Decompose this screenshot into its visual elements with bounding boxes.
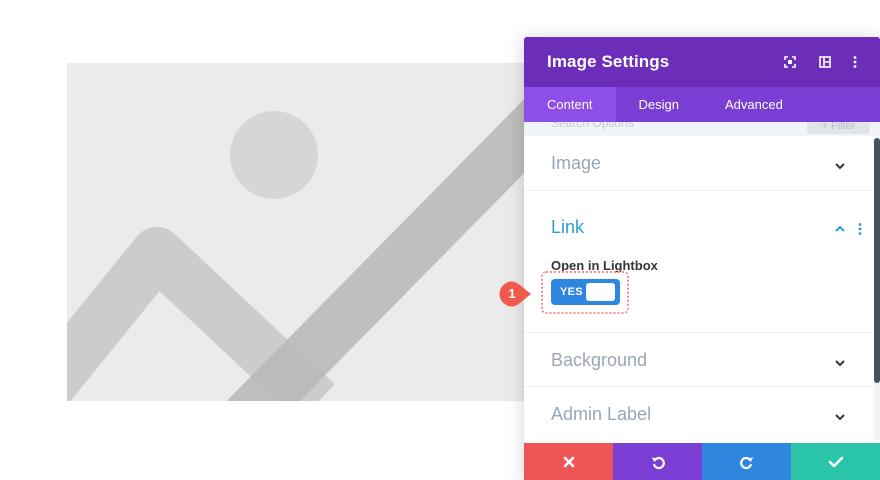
open-in-lightbox-toggle[interactable]: YES <box>551 279 620 305</box>
chevron-up-icon[interactable] <box>833 224 847 234</box>
tab-content[interactable]: Content <box>524 87 616 122</box>
fullscreen-icon[interactable] <box>781 53 799 71</box>
section-background-title: Background <box>551 350 648 370</box>
search-options-input[interactable]: Search Options <box>551 122 634 130</box>
section-image-title: Image <box>551 153 602 173</box>
tab-advanced[interactable]: Advanced <box>702 87 806 122</box>
section-admin-label[interactable]: Admin Label <box>524 387 874 443</box>
redo-icon <box>739 456 753 469</box>
modal-footer <box>524 443 880 480</box>
modal-title: Image Settings <box>547 52 670 71</box>
undo-icon <box>651 456 665 469</box>
step-marker: 1 <box>498 280 534 308</box>
placeholder-image-graphic <box>67 94 566 401</box>
close-icon <box>563 456 574 467</box>
section-image[interactable]: Image <box>524 136 874 191</box>
placeholder-image <box>67 63 587 401</box>
checkmark-icon <box>828 456 843 467</box>
save-button[interactable] <box>791 443 880 480</box>
step-number: 1 <box>508 286 516 301</box>
undo-button[interactable] <box>613 443 702 480</box>
chevron-down-icon[interactable] <box>833 161 847 171</box>
section-admin-label-title: Admin Label <box>551 404 652 424</box>
chevron-down-icon[interactable] <box>833 358 847 368</box>
scrollbar-thumb[interactable] <box>874 138 880 383</box>
image-settings-modal: Image Settings Content Design Advanced S… <box>524 37 880 480</box>
search-options-bar: Search Options + Filter <box>524 122 880 136</box>
tab-design[interactable]: Design <box>616 87 702 122</box>
section-background[interactable]: Background <box>524 333 874 387</box>
chevron-down-icon[interactable] <box>833 412 847 422</box>
section-link-title[interactable]: Link <box>551 217 584 238</box>
filter-button[interactable]: + Filter <box>807 122 870 134</box>
toggle-state-label: YES <box>560 286 583 298</box>
section-options-icon[interactable] <box>857 222 863 236</box>
redo-button[interactable] <box>702 443 791 480</box>
more-options-icon[interactable] <box>846 53 864 71</box>
toggle-knob <box>586 283 615 301</box>
split-view-icon[interactable] <box>816 53 834 71</box>
discard-button[interactable] <box>524 443 613 480</box>
modal-header[interactable]: Image Settings <box>524 37 880 87</box>
settings-tabs: Content Design Advanced <box>524 87 880 122</box>
